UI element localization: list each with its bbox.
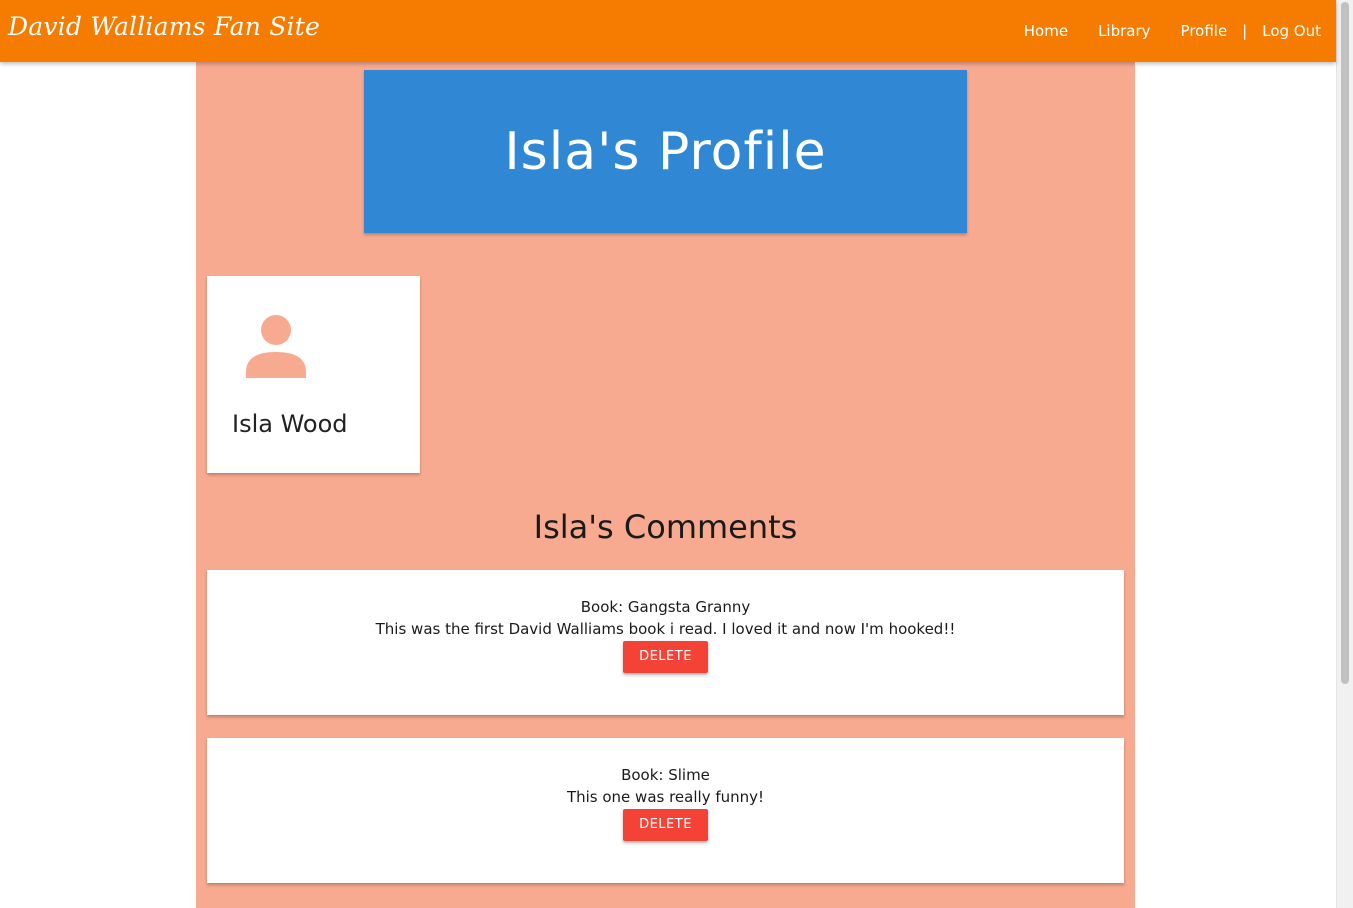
comment-card: Book: Gangsta Granny This was the first … xyxy=(207,570,1124,715)
user-card: Isla Wood xyxy=(207,276,420,473)
comment-book: Book: Gangsta Granny xyxy=(580,598,751,616)
comments-heading: Isla's Comments xyxy=(533,508,798,546)
nav-library-link[interactable]: Library xyxy=(1083,22,1165,40)
comment-book: Book: Slime xyxy=(621,766,710,784)
nav-profile-link[interactable]: Profile xyxy=(1166,22,1243,40)
profile-main: Isla's Profile Isla Wood Isla's Comments… xyxy=(196,62,1135,908)
nav-home-link[interactable]: Home xyxy=(1009,22,1083,40)
site-brand[interactable]: David Walliams Fan Site xyxy=(8,12,320,41)
profile-title: Isla's Profile xyxy=(504,121,827,182)
comment-card: Book: Slime This one was really funny! D… xyxy=(207,738,1124,883)
profile-hero-banner: Isla's Profile xyxy=(364,70,967,233)
nav-links: Home Library Profile | Log Out xyxy=(1009,0,1336,62)
delete-comment-button[interactable]: DELETE xyxy=(623,809,708,841)
scrollbar-thumb[interactable] xyxy=(1341,2,1349,684)
vertical-scrollbar[interactable] xyxy=(1336,0,1353,908)
user-name: Isla Wood xyxy=(232,410,348,438)
delete-comment-button[interactable]: DELETE xyxy=(623,641,708,673)
person-icon xyxy=(246,315,306,378)
comment-text: This one was really funny! xyxy=(566,788,765,806)
comment-text: This was the first David Walliams book i… xyxy=(375,620,956,638)
top-navbar: David Walliams Fan Site Home Library Pro… xyxy=(0,0,1336,62)
nav-logout-link[interactable]: Log Out xyxy=(1247,22,1336,40)
